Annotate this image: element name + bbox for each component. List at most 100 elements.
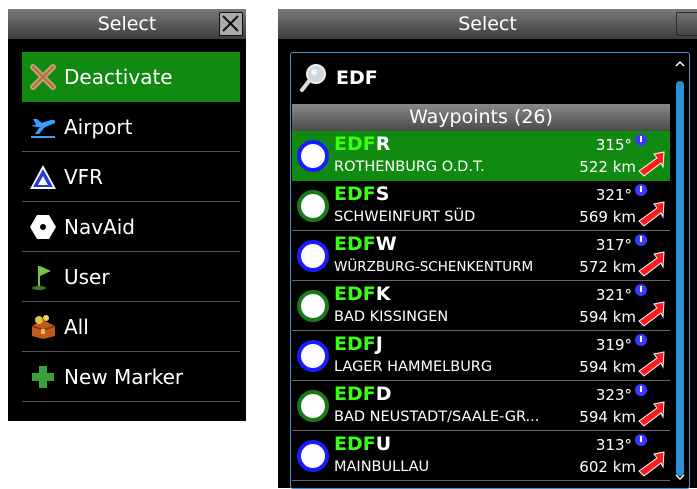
waypoint-name: ROTHENBURG O.D.T.: [334, 159, 485, 175]
dialog-title: Select: [278, 9, 697, 39]
code-prefix: EDF: [334, 133, 376, 155]
direction-arrow-icon: [638, 301, 665, 327]
close-button[interactable]: [676, 12, 697, 36]
select-dialog-left: Select Deactivate Airport VFR NavAid Use…: [8, 9, 246, 421]
code-suffix: R: [375, 133, 391, 155]
menu-item-user[interactable]: User: [22, 252, 240, 302]
direction-arrow-icon: [638, 451, 665, 477]
menu-item-vfr[interactable]: VFR: [22, 152, 240, 202]
radio-circle[interactable]: [297, 440, 329, 472]
waypoint-row[interactable]: EDFD BAD NEUSTADT/SAALE-GR... 323° 594 k…: [292, 381, 670, 431]
menu-item-deactivate[interactable]: Deactivate: [22, 52, 240, 102]
menu-item-airport[interactable]: Airport: [22, 102, 240, 152]
direction-arrow-icon: [638, 351, 665, 377]
search-icon: [300, 64, 326, 92]
select-type-list: Deactivate Airport VFR NavAid User All N…: [22, 52, 240, 402]
code-prefix: EDF: [334, 283, 376, 305]
bearing: 321°: [595, 186, 632, 204]
info-icon[interactable]: [635, 234, 647, 246]
bearing: 315°: [595, 136, 632, 154]
radio-circle[interactable]: [297, 390, 329, 422]
code-suffix: D: [375, 383, 392, 405]
code-suffix: W: [375, 233, 397, 255]
vfr-triangle-icon: [30, 165, 56, 189]
scrollbar[interactable]: [673, 53, 689, 488]
waypoint-rows: EDFR ROTHENBURG O.D.T. 315° 522 km EDFS …: [292, 131, 670, 481]
waypoint-name: SCHWEINFURT SÜD: [334, 209, 476, 225]
user-flag-icon: [32, 266, 51, 290]
code-prefix: EDF: [334, 183, 376, 205]
distance: 594 km: [579, 358, 636, 376]
bearing: 323°: [595, 386, 632, 404]
direction-arrow-icon: [638, 201, 665, 227]
waypoint-code: EDFK: [334, 283, 390, 305]
code-prefix: EDF: [334, 383, 376, 405]
menu-item-label: User: [64, 265, 110, 289]
menu-item-all[interactable]: All: [22, 302, 240, 352]
waypoint-row[interactable]: EDFK BAD KISSINGEN 321° 594 km: [292, 281, 670, 331]
menu-item-label: All: [64, 315, 89, 339]
distance: 594 km: [579, 308, 636, 326]
code-suffix: U: [375, 433, 392, 455]
code-prefix: EDF: [334, 233, 376, 255]
direction-arrow-icon: [638, 151, 665, 177]
distance: 569 km: [579, 208, 636, 226]
waypoint-name: BAD NEUSTADT/SAALE-GR...: [334, 409, 540, 425]
radio-circle[interactable]: [297, 290, 329, 322]
airport-plane-icon: [31, 119, 56, 138]
search-row[interactable]: EDF: [291, 53, 681, 103]
menu-item-label: VFR: [64, 165, 104, 189]
info-icon[interactable]: [635, 184, 647, 196]
distance: 602 km: [579, 458, 636, 476]
direction-arrow-icon: [638, 401, 665, 427]
distance: 594 km: [579, 408, 636, 426]
all-treasure-icon: [31, 315, 56, 339]
chevron-down-icon[interactable]: [673, 470, 687, 484]
plus-icon: [32, 366, 54, 388]
info-icon[interactable]: [635, 384, 647, 396]
bearing: 313°: [595, 436, 632, 454]
code-suffix: K: [375, 283, 391, 305]
code-prefix: EDF: [334, 433, 376, 455]
info-icon[interactable]: [635, 284, 647, 296]
radio-circle[interactable]: [297, 140, 329, 172]
radio-circle[interactable]: [297, 340, 329, 372]
info-icon[interactable]: [635, 334, 647, 346]
waypoint-list: EDF Waypoints (26) EDFR ROTHENBURG O.D.T…: [290, 52, 690, 489]
info-icon[interactable]: [635, 134, 647, 146]
menu-item-label: Airport: [64, 115, 133, 139]
menu-item-label: Deactivate: [64, 65, 173, 89]
waypoint-code: EDFW: [334, 233, 397, 255]
waypoint-row[interactable]: EDFJ LAGER HAMMELBURG 319° 594 km: [292, 331, 670, 381]
section-header: Waypoints (26): [292, 104, 670, 131]
distance: 572 km: [579, 258, 636, 276]
direction-arrow-icon: [638, 251, 665, 277]
waypoint-name: WÜRZBURG-SCHENKENTURM: [334, 259, 534, 275]
waypoint-code: EDFU: [334, 433, 391, 455]
menu-item-new-marker[interactable]: New Marker: [22, 352, 240, 402]
bearing: 321°: [595, 286, 632, 304]
waypoint-row[interactable]: EDFU MAINBULLAU 313° 602 km: [292, 431, 670, 481]
info-icon[interactable]: [635, 434, 647, 446]
radio-circle[interactable]: [297, 190, 329, 222]
menu-item-navaid[interactable]: NavAid: [22, 202, 240, 252]
select-dialog-right: Select EDF Waypoints (26) EDFR ROTHENBUR…: [278, 9, 697, 489]
waypoint-row[interactable]: EDFS SCHWEINFURT SÜD 321° 569 km: [292, 181, 670, 231]
waypoint-row[interactable]: EDFR ROTHENBURG O.D.T. 315° 522 km: [292, 131, 670, 181]
menu-item-label: New Marker: [64, 365, 184, 389]
waypoint-code: EDFR: [334, 133, 390, 155]
bearing: 319°: [595, 336, 632, 354]
waypoint-row[interactable]: EDFW WÜRZBURG-SCHENKENTURM 317° 572 km: [292, 231, 670, 281]
search-input[interactable]: EDF: [336, 53, 378, 103]
chevron-up-icon[interactable]: [673, 57, 687, 71]
waypoint-name: MAINBULLAU: [334, 459, 430, 475]
code-prefix: EDF: [334, 333, 376, 355]
deactivate-x-icon: [30, 64, 56, 90]
close-button[interactable]: [219, 12, 243, 36]
navaid-hexagon-icon: [30, 215, 56, 239]
scrollbar-thumb[interactable]: [676, 81, 684, 476]
dialog-title: Select: [8, 9, 246, 39]
menu-item-label: NavAid: [64, 215, 135, 239]
radio-circle[interactable]: [297, 240, 329, 272]
close-icon: [222, 15, 239, 32]
